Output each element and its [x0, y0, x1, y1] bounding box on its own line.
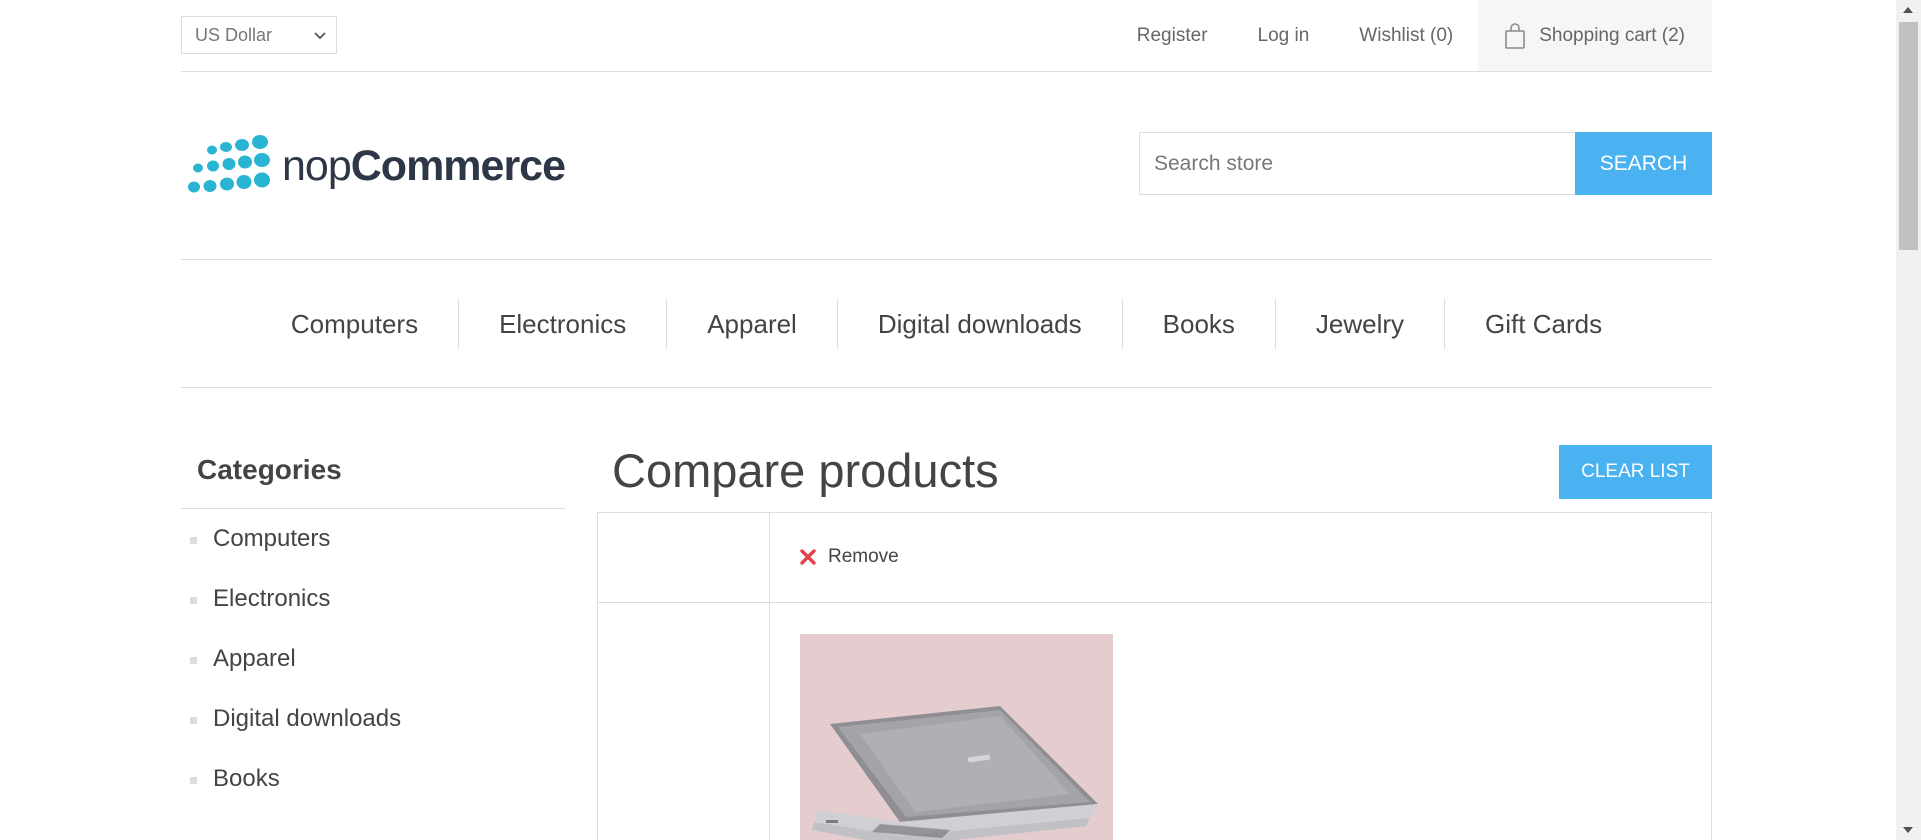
page-scrollbar[interactable]	[1896, 0, 1921, 840]
login-link[interactable]: Log in	[1233, 0, 1335, 71]
chevron-down-icon	[314, 32, 326, 40]
logo-text-bold: Commerce	[350, 141, 566, 190]
page: US Dollar Register Log in Wishlist (0) S…	[0, 0, 1921, 840]
side-column: Categories Computers Electronics Apparel…	[181, 445, 565, 809]
table-row	[598, 603, 1711, 840]
shopping-bag-icon	[1505, 22, 1526, 49]
menu-item-gift-cards[interactable]: Gift Cards	[1444, 298, 1642, 349]
menu-item-computers[interactable]: Computers	[251, 299, 458, 349]
page-header: Compare products CLEAR LIST	[597, 444, 1712, 512]
logo-text-light: nop	[282, 141, 352, 190]
shopping-cart-label: Shopping cart (2)	[1539, 24, 1685, 46]
sidebar-item-computers[interactable]: Computers	[181, 509, 565, 569]
menu-item-jewelry[interactable]: Jewelry	[1274, 298, 1444, 349]
search-input[interactable]	[1139, 132, 1575, 195]
table-row: Remove	[598, 513, 1711, 603]
sidebar-item-apparel[interactable]: Apparel	[181, 629, 565, 689]
header-lower: nopCommerce SEARCH	[181, 72, 1712, 260]
logo-dots-icon	[188, 135, 270, 193]
menu-item-digital-downloads[interactable]: Digital downloads	[836, 298, 1122, 349]
search-box: SEARCH	[1139, 132, 1712, 195]
store-logo[interactable]: nopCommerce	[184, 130, 566, 202]
compare-products-table: Remove	[597, 512, 1712, 840]
remove-product-button[interactable]: Remove	[799, 546, 899, 568]
categories-title: Categories	[181, 445, 565, 509]
row-label-cell	[598, 603, 770, 840]
currency-selector[interactable]: US Dollar	[181, 16, 337, 54]
sidebar-item-books[interactable]: Books	[181, 749, 565, 809]
laptop-image	[800, 634, 1113, 840]
center-column: Compare products CLEAR LIST Remove	[597, 444, 1712, 840]
categories-list: Computers Electronics Apparel Digital do…	[181, 509, 565, 809]
row-label-cell	[598, 513, 770, 602]
remove-cell: Remove	[770, 513, 1711, 602]
search-button[interactable]: SEARCH	[1575, 132, 1712, 195]
scroll-up-arrow-icon[interactable]	[1903, 7, 1913, 13]
close-icon	[800, 549, 816, 565]
menu-item-electronics[interactable]: Electronics	[458, 298, 666, 349]
remove-label: Remove	[828, 546, 899, 567]
wishlist-link[interactable]: Wishlist (0)	[1334, 0, 1478, 71]
logo-text: nopCommerce	[282, 141, 566, 190]
currency-selector-value: US Dollar	[195, 25, 273, 45]
header-links-bar: US Dollar Register Log in Wishlist (0) S…	[181, 0, 1712, 72]
clear-list-button[interactable]: CLEAR LIST	[1559, 445, 1712, 499]
menu-item-books[interactable]: Books	[1121, 298, 1275, 349]
picture-cell	[770, 603, 1711, 840]
scroll-down-arrow-icon[interactable]	[1903, 827, 1913, 833]
master-wrapper: US Dollar Register Log in Wishlist (0) S…	[181, 0, 1712, 840]
sidebar-item-digital-downloads[interactable]: Digital downloads	[181, 689, 565, 749]
page-title: Compare products	[612, 444, 999, 497]
header-links: Register Log in Wishlist (0) Shopping ca…	[1112, 0, 1712, 71]
menu-item-apparel[interactable]: Apparel	[666, 298, 837, 349]
scrollbar-thumb[interactable]	[1899, 22, 1918, 250]
register-link[interactable]: Register	[1112, 0, 1233, 71]
shopping-cart-link[interactable]: Shopping cart (2)	[1478, 0, 1712, 71]
product-image[interactable]	[800, 634, 1113, 840]
top-menu: Computers Electronics Apparel Digital do…	[181, 260, 1712, 388]
sidebar-item-electronics[interactable]: Electronics	[181, 569, 565, 629]
